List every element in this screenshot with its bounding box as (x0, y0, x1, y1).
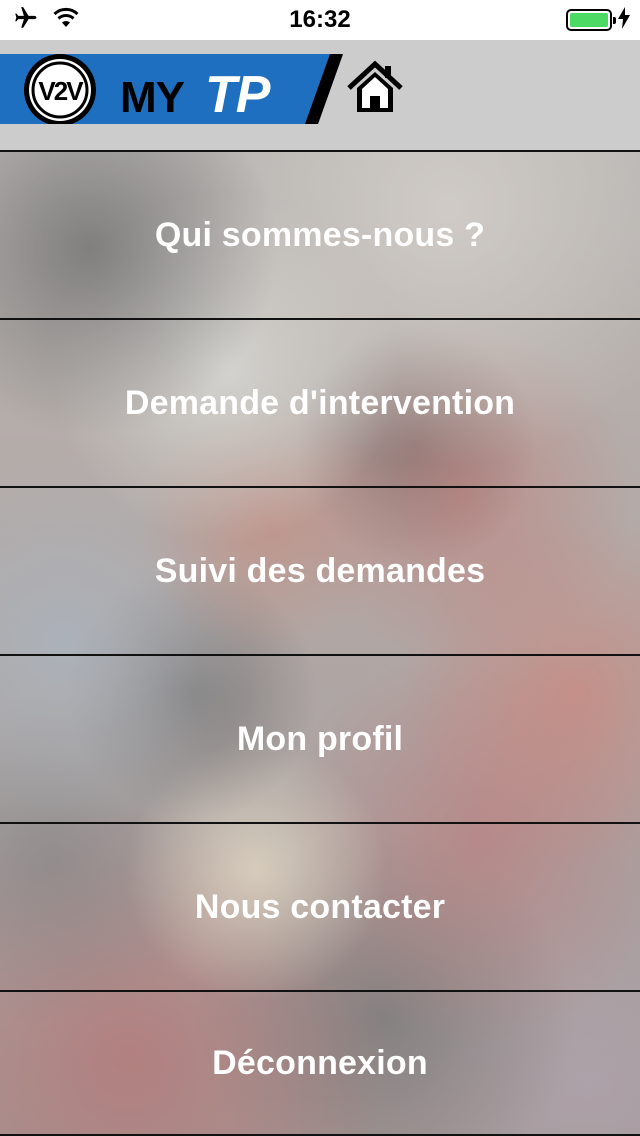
charging-bolt-icon (618, 6, 630, 34)
menu-item-label: Suivi des demandes (154, 551, 486, 590)
main-menu: Qui sommes-nous ? Demande d'intervention… (0, 150, 640, 1136)
menu-item-request-tracking[interactable]: Suivi des demandes (0, 486, 640, 654)
status-time: 16:32 (289, 6, 351, 33)
menu-item-label: Qui sommes-nous ? (154, 215, 486, 254)
status-bar: 16:32 (0, 0, 640, 40)
menu-item-logout[interactable]: Déconnexion (0, 990, 640, 1136)
mytp-logo: V2V MY TP (0, 50, 345, 126)
menu-item-label: Déconnexion (212, 1043, 428, 1082)
status-right (566, 6, 630, 34)
menu-item-about[interactable]: Qui sommes-nous ? (0, 150, 640, 318)
svg-text:TP: TP (205, 66, 271, 124)
menu-item-label: Mon profil (236, 719, 404, 758)
menu-item-intervention-request[interactable]: Demande d'intervention (0, 318, 640, 486)
menu-item-contact-us[interactable]: Nous contacter (0, 822, 640, 990)
menu-item-label: Demande d'intervention (124, 383, 516, 422)
svg-text:MY: MY (120, 73, 185, 122)
svg-text:V2V: V2V (38, 76, 84, 106)
menu-item-my-profile[interactable]: Mon profil (0, 654, 640, 822)
menu-item-label: Nous contacter (194, 887, 446, 926)
battery-icon (566, 9, 616, 31)
home-button[interactable] (345, 58, 405, 118)
app-header: V2V MY TP (0, 40, 640, 150)
home-icon (347, 60, 403, 112)
battery-level (570, 13, 608, 27)
